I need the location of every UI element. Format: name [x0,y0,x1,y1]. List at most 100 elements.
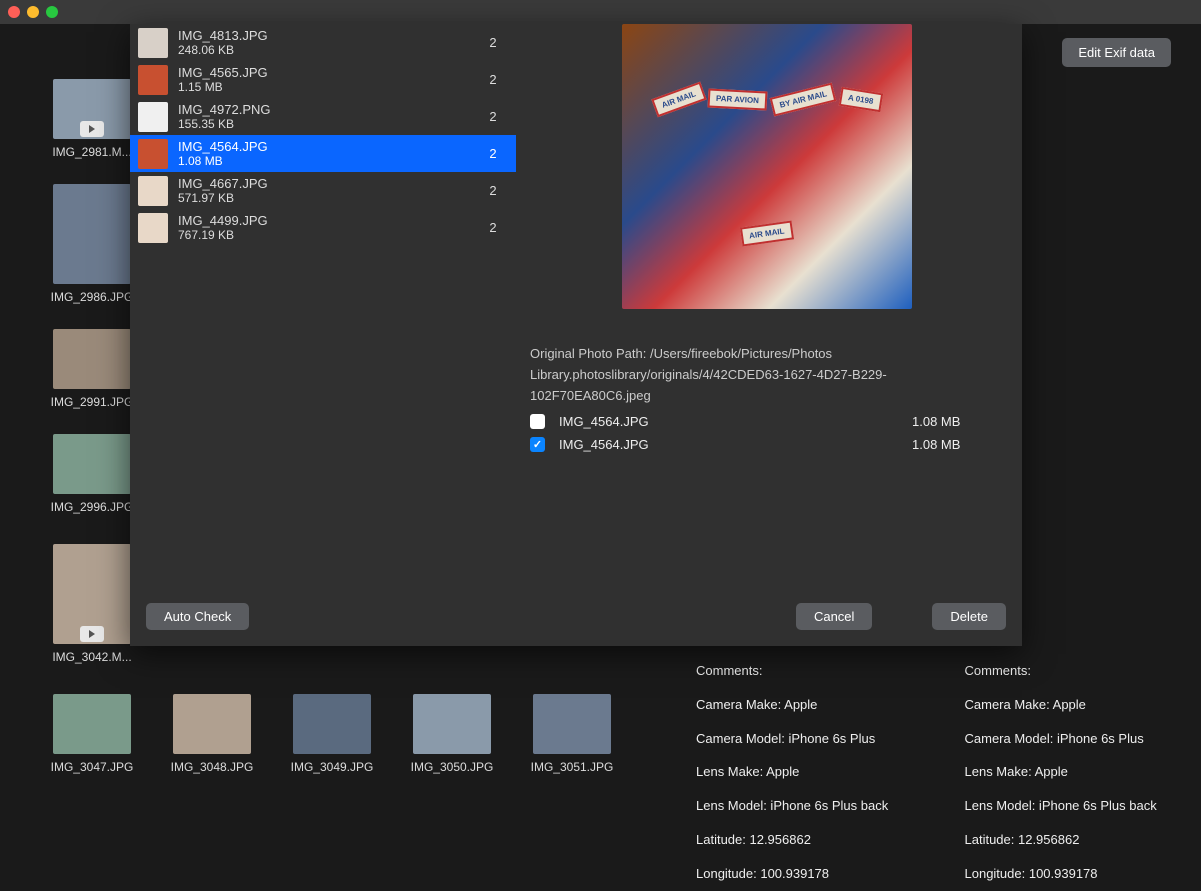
meta-camera-model: Camera Model: iPhone 6s Plus [696,722,915,756]
thumbnail-item[interactable]: IMG_2996.JPG [46,434,138,514]
duplicate-name: IMG_4564.JPG [559,437,898,452]
window-titlebar [0,0,1201,24]
file-info: IMG_4972.PNG155.35 KB [178,102,478,132]
thumbnail-item[interactable]: IMG_3050.JPG [406,694,498,774]
original-photo-path: Original Photo Path: /Users/fireebok/Pic… [530,344,1002,406]
thumbnail-image [53,184,131,284]
meta-camera-make: Camera Make: Apple [965,688,1184,722]
thumbnail-label: IMG_3042.M... [52,650,131,664]
modal-buttons: Auto Check Cancel Delete [146,603,1006,630]
main-content: Edit Exif data IMG_2981.M...IMG_2986.JPG… [0,24,1201,856]
file-info: IMG_4813.JPG248.06 KB [178,28,478,58]
file-size: 571.97 KB [178,191,478,205]
minimize-icon[interactable] [27,6,39,18]
play-icon [80,121,104,137]
thumbnail-item[interactable]: IMG_3042.M... [46,544,138,664]
file-thumbnail [138,102,168,132]
duplicate-checkbox[interactable] [530,414,545,429]
thumbnail-image [53,694,131,754]
duplicate-name: IMG_4564.JPG [559,414,898,429]
duplicate-size: 1.08 MB [912,414,1002,429]
duplicate-size: 1.08 MB [912,437,1002,452]
thumbnail-label: IMG_3051.JPG [531,760,614,774]
thumbnail-label: IMG_3048.JPG [171,760,254,774]
duplicate-row: IMG_4564.JPG 1.08 MB [530,437,1002,452]
file-list: IMG_4813.JPG248.06 KB2IMG_4565.JPG1.15 M… [130,24,516,584]
file-row[interactable]: IMG_4972.PNG155.35 KB2 [130,98,516,135]
thumbnail-image [53,329,131,389]
sticker-label: PAR AVION [708,88,768,110]
thumbnail-image [53,79,131,139]
meta-comments: Comments: [696,654,915,688]
thumbnail-image [413,694,491,754]
file-size: 1.15 MB [178,80,478,94]
meta-latitude: Latitude: 12.956862 [696,823,915,857]
file-row[interactable]: IMG_4813.JPG248.06 KB2 [130,24,516,61]
file-count: 2 [478,109,508,124]
file-count: 2 [478,35,508,50]
file-size: 248.06 KB [178,43,478,57]
play-icon [80,626,104,642]
duplicate-row: IMG_4564.JPG 1.08 MB [530,414,1002,429]
auto-check-button[interactable]: Auto Check [146,603,249,630]
thumbnail-image [293,694,371,754]
thumbnail-image [53,434,131,494]
file-name: IMG_4565.JPG [178,65,478,81]
thumbnail-label: IMG_3049.JPG [291,760,374,774]
thumbnail-item[interactable]: IMG_2981.M... [46,79,138,159]
delete-button[interactable]: Delete [932,603,1006,630]
file-info: IMG_4565.JPG1.15 MB [178,65,478,95]
thumbnail-item[interactable]: IMG_3049.JPG [286,694,378,774]
file-count: 2 [478,220,508,235]
maximize-icon[interactable] [46,6,58,18]
file-name: IMG_4499.JPG [178,213,478,229]
meta-latitude: Latitude: 12.956862 [965,823,1184,857]
thumbnail-label: IMG_2991.JPG [51,395,134,409]
thumbnail-item[interactable]: IMG_3048.JPG [166,694,258,774]
file-info: IMG_4499.JPG767.19 KB [178,213,478,243]
thumbnail-item[interactable]: IMG_3051.JPG [526,694,618,774]
thumbnail-label: IMG_3047.JPG [51,760,134,774]
file-row[interactable]: IMG_4667.JPG571.97 KB2 [130,172,516,209]
duplicate-list: IMG_4564.JPG 1.08 MB IMG_4564.JPG 1.08 MB [530,414,1002,460]
cancel-button[interactable]: Cancel [796,603,872,630]
file-info: IMG_4564.JPG1.08 MB [178,139,478,169]
thumbnail-image [53,544,131,644]
metadata-col-left: Comments: Camera Make: Apple Camera Mode… [696,654,915,891]
file-count: 2 [478,183,508,198]
meta-lens-model: Lens Model: iPhone 6s Plus back [965,789,1184,823]
thumbnail-label: IMG_3050.JPG [411,760,494,774]
file-thumbnail [138,65,168,95]
file-count: 2 [478,72,508,87]
file-name: IMG_4813.JPG [178,28,478,44]
file-name: IMG_4667.JPG [178,176,478,192]
metadata-col-right: Comments: Camera Make: Apple Camera Mode… [965,654,1184,891]
file-thumbnail [138,139,168,169]
file-row[interactable]: IMG_4499.JPG767.19 KB2 [130,209,516,246]
sticker-label: A 0198 [839,87,883,112]
meta-camera-make: Camera Make: Apple [696,688,915,722]
sticker-label: BY AIR MAIL [770,82,837,116]
thumbnail-image [533,694,611,754]
sticker-label: AIR MAIL [651,82,706,117]
thumbnail-item[interactable]: IMG_3047.JPG [46,694,138,774]
thumbnail-label: IMG_2981.M... [52,145,131,159]
meta-longitude: Longitude: 100.939178 [696,857,915,891]
file-name: IMG_4972.PNG [178,102,478,118]
close-icon[interactable] [8,6,20,18]
meta-camera-model: Camera Model: iPhone 6s Plus [965,722,1184,756]
file-name: IMG_4564.JPG [178,139,478,155]
file-row[interactable]: IMG_4564.JPG1.08 MB2 [130,135,516,172]
meta-lens-model: Lens Model: iPhone 6s Plus back [696,789,915,823]
file-thumbnail [138,176,168,206]
thumbnail-item[interactable]: IMG_2986.JPG [46,184,138,304]
duplicate-checkbox[interactable] [530,437,545,452]
meta-comments: Comments: [965,654,1184,688]
file-thumbnail [138,213,168,243]
thumbnail-item[interactable]: IMG_2991.JPG [46,329,138,409]
thumbnail-image [173,694,251,754]
thumbnail-label: IMG_2996.JPG [51,500,134,514]
metadata-dual-columns: Comments: Camera Make: Apple Camera Mode… [696,654,1183,891]
file-row[interactable]: IMG_4565.JPG1.15 MB2 [130,61,516,98]
image-preview: AIR MAILPAR AVIONBY AIR MAILA 0198AIR MA… [622,24,912,309]
